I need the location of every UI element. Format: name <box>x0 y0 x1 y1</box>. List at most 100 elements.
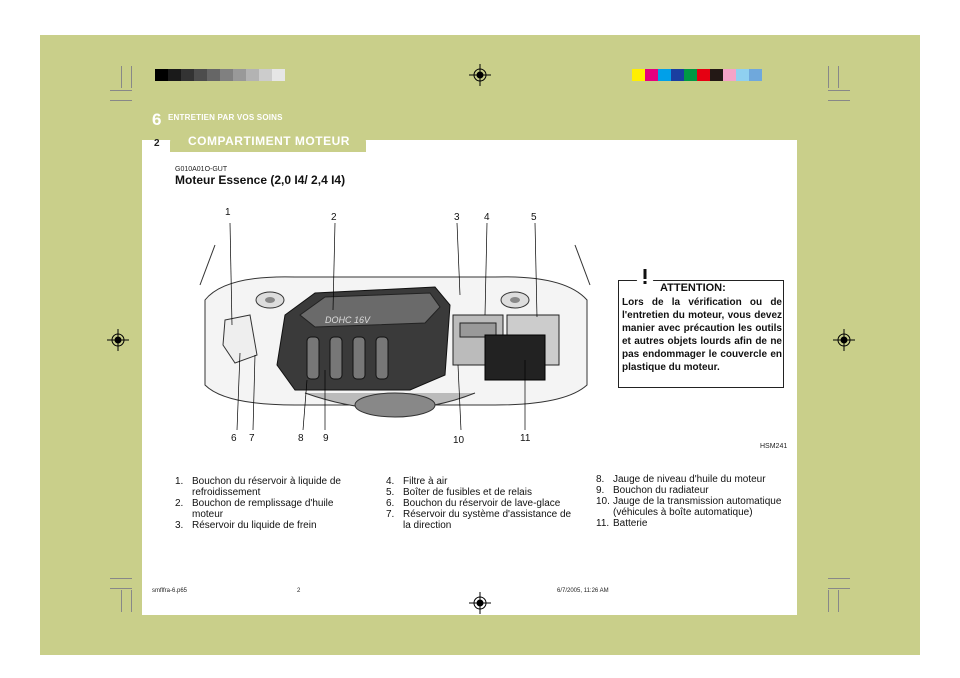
crop-mark <box>828 588 850 589</box>
crop-mark <box>110 588 132 589</box>
crop-mark <box>110 578 132 579</box>
legend-item-text: Batterie <box>613 518 648 529</box>
crop-mark <box>828 66 829 88</box>
legend-item-number: 8. <box>596 474 605 485</box>
footer-timestamp: 6/7/2005, 11:26 AM <box>557 588 609 594</box>
footer-page: 2 <box>297 588 301 594</box>
calibration-swatch <box>207 69 220 81</box>
callout-1: 1 <box>225 207 231 218</box>
callout-11: 11 <box>520 433 531 444</box>
legend-item: 3. Réservoir du liquide de frein <box>175 520 367 531</box>
callout-7: 7 <box>249 433 255 444</box>
legend-column-3: 8. Jauge de niveau d'huile du moteur 9. Bou… <box>596 474 786 529</box>
warning-text: Lors de la vérification ou de l'entretie… <box>622 297 782 373</box>
legend-item-number: 2. <box>175 498 184 509</box>
calibration-swatch <box>671 69 684 81</box>
callout-10: 10 <box>453 435 465 446</box>
legend-item-text: Jauge de la transmission automatique (vé… <box>613 496 782 518</box>
registration-mark-icon <box>833 329 855 351</box>
crop-mark <box>828 590 829 612</box>
legend-item-text: Jauge de niveau d'huile du moteur <box>613 474 766 485</box>
engine-compartment-illustration: DOHC 16V <box>199 222 591 431</box>
legend-item-text: Réservoir du liquide de frein <box>192 520 317 531</box>
calibration-swatch <box>658 69 671 81</box>
legend-item: 5. Boîter de fusibles et de relais <box>386 487 576 498</box>
legend-column-1: 1. Bouchon du réservoir à liquide de refr… <box>175 476 367 531</box>
legend-item: 8. Jauge de niveau d'huile du moteur <box>596 474 786 485</box>
legend-item: 10. Jauge de la transmission automatique … <box>596 496 786 518</box>
section-code: G010A01O-GUT <box>175 166 228 173</box>
registration-mark-icon <box>469 64 491 86</box>
callout-6: 6 <box>231 433 237 444</box>
engine-cover-label: DOHC 16V <box>325 315 371 325</box>
section-tab-label: COMPARTIMENT MOTEUR <box>188 134 350 148</box>
crop-mark <box>110 90 132 91</box>
legend-item: 1. Bouchon du réservoir à liquide de refr… <box>175 476 367 498</box>
crop-mark <box>838 590 839 612</box>
legend-item: 4. Filtre à air <box>386 476 576 487</box>
calibration-swatch <box>736 69 749 81</box>
crop-mark <box>828 100 850 101</box>
section-tab: COMPARTIMENT MOTEUR <box>170 130 366 152</box>
crop-mark <box>121 66 122 88</box>
legend-item-text: Bouchon du radiateur <box>613 485 709 496</box>
footer-filename: smflfra-6.p65 <box>152 588 188 594</box>
calibration-swatch <box>684 69 697 81</box>
legend-item-number: 10. <box>596 496 610 507</box>
legend-item-text: Bouchon de remplissage d'huile moteur <box>192 498 334 520</box>
registration-mark-icon <box>107 329 129 351</box>
section-heading: Moteur Essence (2,0 I4/ 2,4 I4) <box>175 173 346 187</box>
callout-8: 8 <box>298 433 304 444</box>
chapter-title: ENTRETIEN PAR VOS SOINS <box>168 113 283 122</box>
legend-item: 9. Bouchon du radiateur <box>596 485 786 496</box>
calibration-swatch <box>723 69 736 81</box>
crop-mark <box>828 578 850 579</box>
legend-item-text: Bouchon du réservoir de lave-glace <box>403 498 561 509</box>
crop-mark <box>131 66 132 88</box>
legend-item-text: Filtre à air <box>403 476 448 487</box>
crop-mark <box>131 590 132 612</box>
calibration-swatch <box>632 69 645 81</box>
legend-item-number: 7. <box>386 509 395 520</box>
calibration-swatch <box>194 69 207 81</box>
warning-title: ATTENTION: <box>660 282 726 294</box>
crop-mark <box>121 590 122 612</box>
color-calibration-bar <box>632 69 762 81</box>
legend-item: 11. Batterie <box>596 518 786 529</box>
legend-item-text: Bouchon du réservoir à liquide de refroi… <box>192 476 341 498</box>
legend-item: 6. Bouchon du réservoir de lave-glace <box>386 498 576 509</box>
calibration-swatch <box>168 69 181 81</box>
registration-mark-icon <box>469 592 491 614</box>
callout-4: 4 <box>484 212 490 223</box>
calibration-swatch <box>272 69 285 81</box>
calibration-swatch <box>155 69 168 81</box>
calibration-swatch <box>697 69 710 81</box>
legend-item-text: Boîter de fusibles et de relais <box>403 487 532 498</box>
callout-2: 2 <box>331 212 337 223</box>
callout-9: 9 <box>323 433 329 444</box>
crop-mark <box>828 90 850 91</box>
legend-item-number: 9. <box>596 485 605 496</box>
crop-mark <box>110 100 132 101</box>
chapter-number: 6 <box>152 110 162 129</box>
legend-item-number: 6. <box>386 498 395 509</box>
callout-5: 5 <box>531 212 537 223</box>
legend-item-number: 11. <box>596 518 610 529</box>
figure-code: HSM241 <box>760 443 788 450</box>
grayscale-calibration-bar <box>155 69 285 81</box>
legend-item-text: Réservoir du système d'assistance de la … <box>403 509 572 531</box>
calibration-swatch <box>645 69 658 81</box>
legend-item: 7. Réservoir du système d'assistance de l… <box>386 509 576 531</box>
legend-item-number: 5. <box>386 487 395 498</box>
calibration-swatch <box>749 69 762 81</box>
page-number: 2 <box>154 138 160 149</box>
legend-column-2: 4. Filtre à air 5. Boîter de fusibles et de… <box>386 476 576 531</box>
calibration-swatch <box>181 69 194 81</box>
calibration-swatch <box>710 69 723 81</box>
calibration-swatch <box>220 69 233 81</box>
callout-3: 3 <box>454 212 460 223</box>
calibration-swatch <box>246 69 259 81</box>
calibration-swatch <box>259 69 272 81</box>
legend-item: 2. Bouchon de remplissage d'huile moteur <box>175 498 367 520</box>
crop-mark <box>838 66 839 88</box>
